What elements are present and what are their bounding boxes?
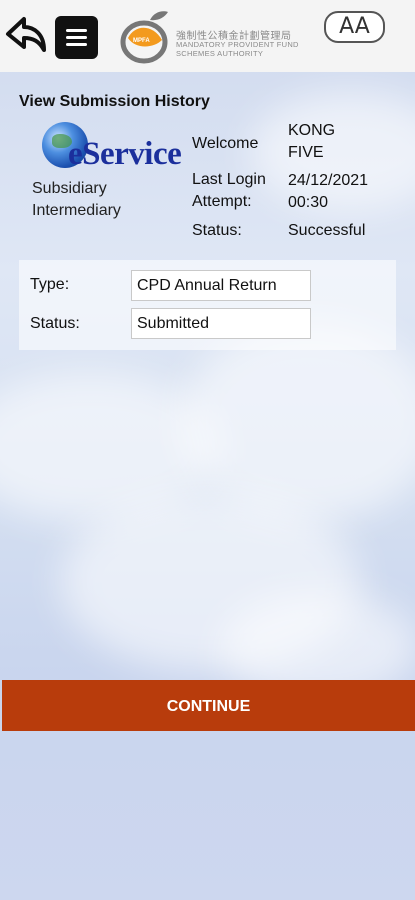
login-status-label: Status: — [192, 222, 242, 239]
back-button[interactable] — [4, 14, 48, 58]
role-line1: Subsidiary — [32, 180, 107, 197]
user-name-line1: KONG — [288, 122, 336, 139]
type-label: Type: — [30, 276, 70, 293]
type-select[interactable]: CPD Annual Return — [131, 270, 311, 301]
last-login-label-line1: Last Login — [192, 171, 266, 188]
logo-english-line2: Schemes Authority — [176, 49, 264, 58]
logo-english-name: Mandatory Provident Fund Schemes Authori… — [176, 40, 299, 58]
svg-text:MPFA: MPFA — [133, 38, 150, 44]
continue-button[interactable]: CONTINUE — [2, 680, 415, 731]
font-size-button[interactable]: AA — [324, 11, 385, 43]
page-title: View Submission History — [19, 93, 210, 110]
login-status-value: Successful — [288, 222, 366, 239]
logo-english-line1: Mandatory Provident Fund — [176, 40, 299, 49]
user-role: Subsidiary Intermediary — [32, 178, 162, 222]
user-name-line2: FIVE — [288, 144, 324, 161]
back-arrow-icon — [6, 17, 46, 52]
welcome-label: Welcome — [192, 135, 259, 152]
eservice-logo-text: eService — [68, 136, 182, 172]
last-login-date: 24/12/2021 — [288, 172, 369, 189]
mpfa-logo-mark: MPFA — [120, 11, 168, 64]
mpfa-logo: MPFA 強制性公積金計劃管理局 Mandatory Provident Fun… — [120, 6, 300, 66]
menu-button[interactable] — [55, 16, 98, 59]
last-login-time: 00:30 — [288, 194, 329, 211]
status-select[interactable]: Submitted — [131, 308, 311, 339]
status-filter-label: Status: — [30, 315, 80, 332]
last-login-label-line2: Attempt: — [192, 193, 252, 210]
role-line2: Intermediary — [32, 202, 121, 219]
filter-panel: Type: CPD Annual Return Status: Submitte… — [19, 260, 396, 350]
top-bar: MPFA 強制性公積金計劃管理局 Mandatory Provident Fun… — [0, 0, 415, 72]
eservice-logo: eService — [40, 122, 182, 174]
